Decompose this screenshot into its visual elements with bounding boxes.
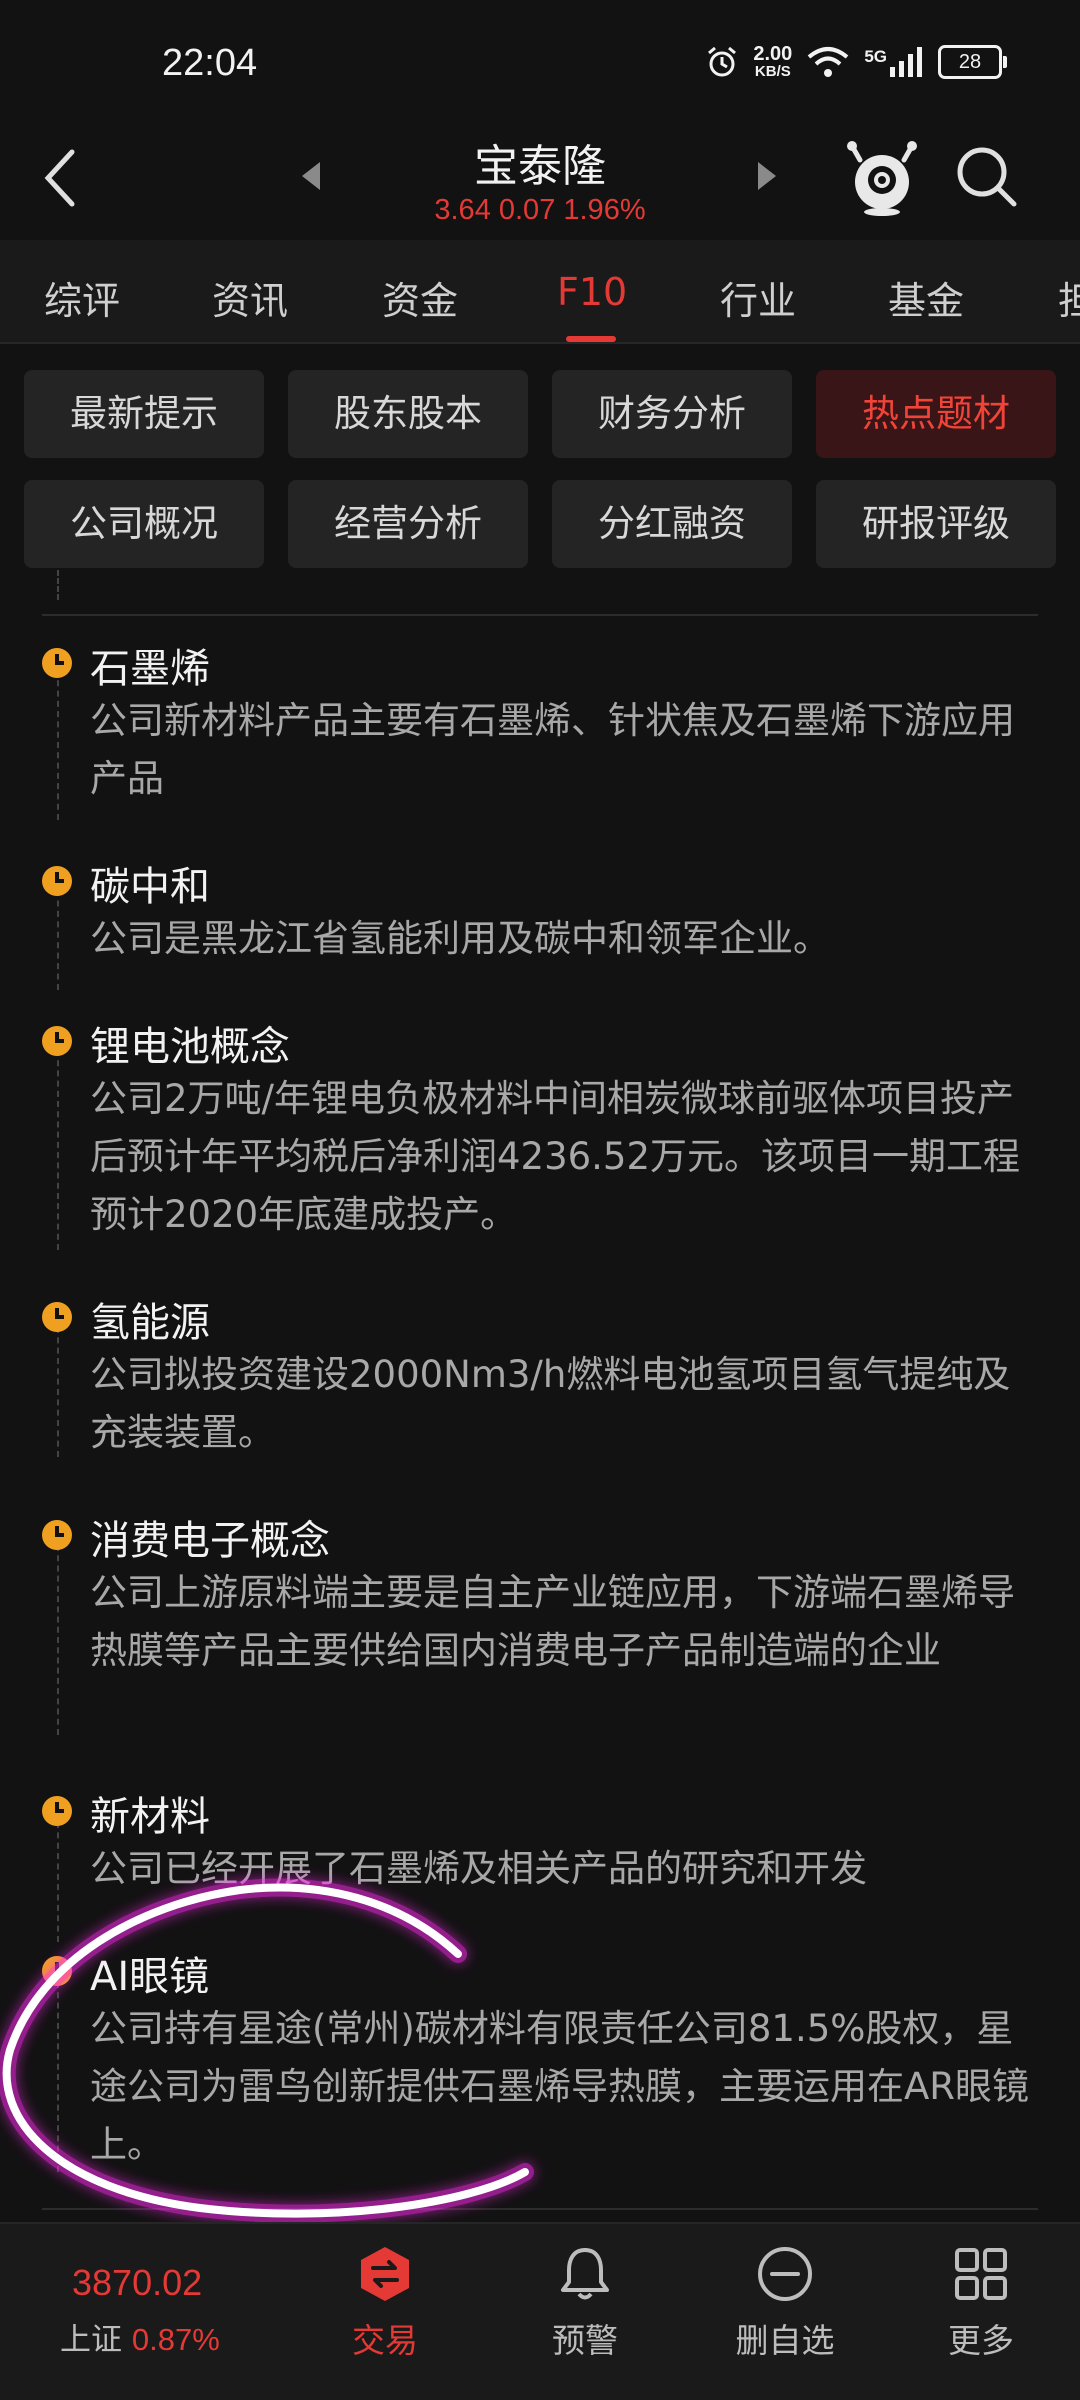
clock-icon bbox=[42, 1520, 72, 1550]
remove-circle-icon bbox=[758, 2247, 812, 2301]
topic-list[interactable]: 石墨烯 公司新材料产品主要有石墨烯、针状焦及石墨烯下游应用产品 碳中和 公司是黑… bbox=[0, 570, 1080, 2220]
stock-header: 宝泰隆 3.64 0.07 1.96% bbox=[0, 120, 1080, 240]
battery-icon: 28 bbox=[938, 44, 1007, 79]
nav-label: 更多 bbox=[948, 2321, 1014, 2360]
nav-remove-watchlist[interactable]: 删自选 bbox=[710, 2244, 860, 2362]
mascot-icon[interactable] bbox=[846, 138, 918, 218]
tab-fund[interactable]: 基金 bbox=[888, 270, 964, 325]
topic-desc: 公司拟投资建设2000Nm3/h燃料电池氢项目氢气提纯及充装装置。 bbox=[90, 1353, 1011, 1454]
clock-icon bbox=[42, 1302, 72, 1332]
timeline-connector bbox=[57, 1545, 59, 1735]
network-speed: 2.00 KB/S bbox=[753, 44, 792, 79]
subnav-operation-analysis[interactable]: 经营分析 bbox=[288, 480, 528, 568]
nav-more[interactable]: 更多 bbox=[906, 2244, 1056, 2362]
nav-alert[interactable]: 预警 bbox=[510, 2244, 660, 2362]
topic-desc: 公司已经开展了石墨烯及相关产品的研究和开发 bbox=[90, 1847, 867, 1890]
stock-quote: 3.64 0.07 1.96% bbox=[434, 194, 646, 226]
index-value: 3870.02 bbox=[72, 2262, 203, 2303]
wifi-icon bbox=[808, 46, 849, 77]
clock-icon bbox=[42, 866, 72, 896]
nav-label: 删自选 bbox=[735, 2321, 835, 2360]
active-tab-indicator bbox=[566, 336, 616, 342]
nav-label: 交易 bbox=[352, 2321, 418, 2360]
topic-desc: 公司新材料产品主要有石墨烯、针状焦及石墨烯下游应用产品 bbox=[90, 699, 1015, 800]
timeline-connector bbox=[57, 1982, 59, 2172]
topic-desc: 公司上游原料端主要是自主产业链应用，下游端石墨烯导热膜等产品主要供给国内消费电子… bbox=[90, 1571, 1015, 1672]
timeline-connector bbox=[57, 570, 59, 600]
page-title: 宝泰隆 bbox=[474, 141, 606, 192]
tab-news[interactable]: 资讯 bbox=[212, 270, 288, 325]
back-arrow-icon[interactable] bbox=[38, 146, 82, 210]
topic-title: 新材料 bbox=[90, 1794, 210, 1840]
subnav-latest-tips[interactable]: 最新提示 bbox=[24, 370, 264, 458]
timeline-connector bbox=[57, 1822, 59, 1942]
grid-more-icon bbox=[955, 2248, 1007, 2300]
topic-title: 石墨烯 bbox=[90, 646, 210, 692]
subnav-hot-topics[interactable]: 热点题材 bbox=[816, 370, 1056, 458]
speed-value: 2.00 bbox=[753, 43, 793, 65]
speed-unit: KB/S bbox=[754, 63, 791, 80]
prev-stock-icon[interactable] bbox=[300, 160, 322, 192]
clock-icon bbox=[42, 1026, 72, 1056]
timeline-connector bbox=[57, 1050, 59, 1250]
topic-title: 氢能源 bbox=[90, 1300, 210, 1346]
topic-desc: 公司是黑龙江省氢能利用及碳中和领军企业。 bbox=[90, 917, 830, 960]
main-tabs: 综评 资讯 资金 F10 行业 基金 担 bbox=[0, 240, 1080, 344]
subnav-financial-analysis[interactable]: 财务分析 bbox=[552, 370, 792, 458]
subnav-dividends[interactable]: 分红融资 bbox=[552, 480, 792, 568]
divider bbox=[42, 2208, 1038, 2210]
nav-trade[interactable]: 交易 bbox=[310, 2244, 460, 2362]
next-stock-icon[interactable] bbox=[756, 160, 778, 192]
f10-subnav: 最新提示 股东股本 财务分析 热点题材 公司概况 经营分析 分红融资 研报评级 bbox=[0, 344, 1080, 570]
timeline-connector bbox=[57, 1327, 59, 1457]
signal-icon bbox=[890, 46, 922, 77]
network-type: 5G bbox=[864, 46, 887, 66]
divider bbox=[42, 614, 1038, 616]
subnav-shareholders[interactable]: 股东股本 bbox=[288, 370, 528, 458]
status-icons: 2.00 KB/S 5G 28 bbox=[705, 44, 1007, 79]
tab-industry[interactable]: 行业 bbox=[720, 270, 796, 325]
status-time: 22:04 bbox=[162, 42, 258, 84]
clock-icon bbox=[42, 1796, 72, 1826]
subnav-company-profile[interactable]: 公司概况 bbox=[24, 480, 264, 568]
status-bar: 22:04 2.00 KB/S 5G 28 bbox=[0, 0, 1080, 120]
clock-icon bbox=[42, 1956, 72, 1986]
index-pct: 0.87% bbox=[131, 2322, 220, 2357]
subnav-research-ratings[interactable]: 研报评级 bbox=[816, 480, 1056, 568]
tab-f10[interactable]: F10 bbox=[557, 270, 627, 314]
clock-icon bbox=[42, 648, 72, 678]
timeline-connector bbox=[57, 670, 59, 820]
topic-desc: 公司2万吨/年锂电负极材料中间相炭微球前驱体项目投产后预计年平均税后净利润423… bbox=[90, 1077, 1021, 1236]
tab-overview[interactable]: 综评 bbox=[44, 270, 120, 325]
bottom-nav: 3870.02 上证 0.87% 交易 预警 删自选 更多 bbox=[0, 2222, 1080, 2400]
topic-desc: 公司持有星途(常州)碳材料有限责任公司81.5%股权，星途公司为雷鸟创新提供石墨… bbox=[90, 2007, 1030, 2166]
trade-icon bbox=[361, 2247, 409, 2301]
tab-funds-flow[interactable]: 资金 bbox=[382, 270, 458, 325]
search-icon[interactable] bbox=[952, 142, 1022, 212]
index-name: 上证 bbox=[60, 2322, 122, 2358]
tab-partial[interactable]: 担 bbox=[1058, 270, 1080, 325]
index-line: 上证 0.87% bbox=[60, 2314, 220, 2359]
nav-label: 预警 bbox=[552, 2321, 618, 2360]
signal-5g: 5G bbox=[864, 46, 924, 77]
topic-title: 消费电子概念 bbox=[90, 1518, 330, 1564]
topic-title: AI眼镜 bbox=[90, 1954, 210, 2000]
alarm-icon bbox=[708, 46, 737, 76]
bell-icon bbox=[561, 2248, 609, 2300]
topic-title: 碳中和 bbox=[90, 864, 210, 910]
topic-title: 锂电池概念 bbox=[90, 1024, 290, 1070]
timeline-connector bbox=[57, 890, 59, 990]
